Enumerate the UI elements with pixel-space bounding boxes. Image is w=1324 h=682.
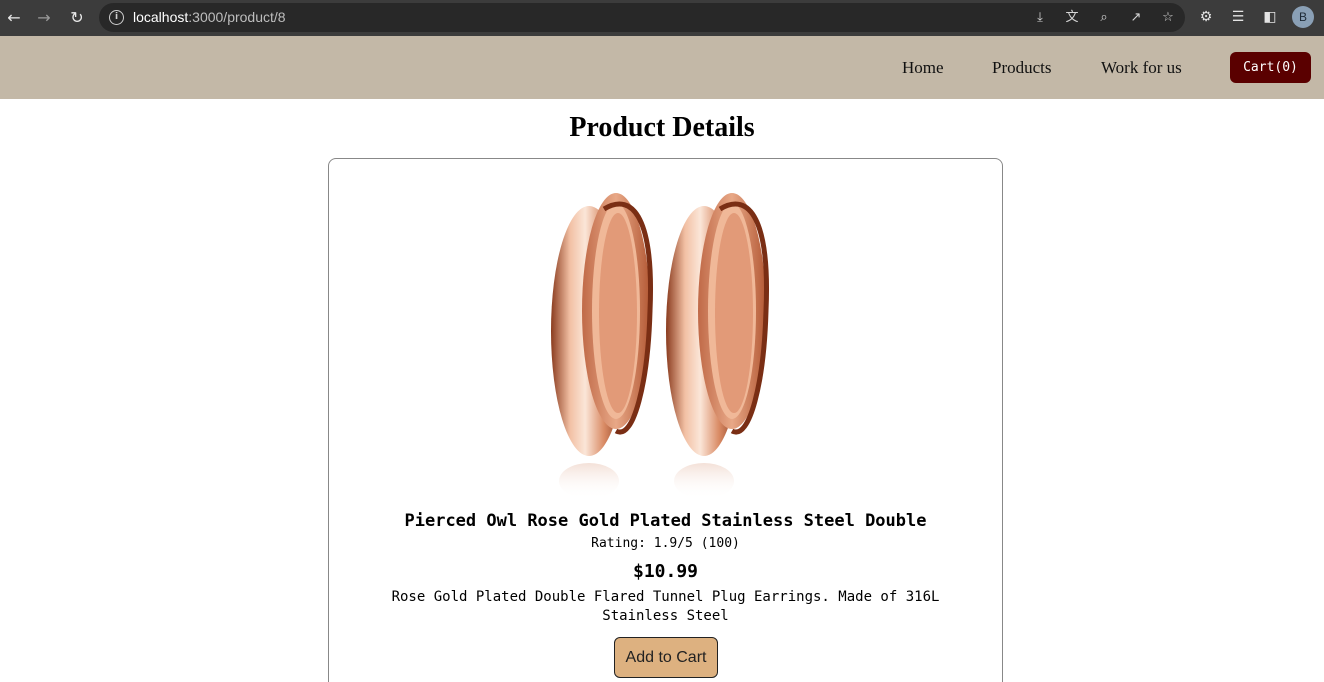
back-arrow-icon[interactable]: ← [3, 6, 25, 28]
nav-home-link[interactable]: Home [902, 58, 944, 78]
site-header: Home Products Work for us Cart(0) [0, 36, 1324, 99]
site-info-icon[interactable]: i [109, 10, 124, 25]
extensions-puzzle-icon[interactable]: ⚙ [1197, 7, 1215, 27]
product-image [551, 193, 770, 499]
page-title: Product Details [569, 112, 755, 143]
side-panel-icon[interactable]: ◧ [1261, 7, 1279, 27]
right-earring [666, 193, 770, 499]
browser-toolbar: ← → ↻ i localhost:3000/product/8 ⤓ 文 ⌕ ↗… [0, 0, 1324, 36]
install-app-icon[interactable]: ⤓ [1031, 9, 1049, 27]
reading-list-icon[interactable]: ☰ [1229, 7, 1247, 27]
profile-avatar[interactable]: B [1292, 6, 1314, 28]
reload-icon[interactable]: ↻ [66, 6, 88, 28]
product-description: Rose Gold Plated Double Flared Tunnel Pl… [391, 589, 940, 624]
forward-arrow-icon[interactable]: → [33, 6, 55, 28]
url-host: localhost [133, 9, 189, 25]
nav-work-for-us-link[interactable]: Work for us [1101, 58, 1182, 78]
nav-products-link[interactable]: Products [992, 58, 1052, 78]
product-card: Pierced Owl Rose Gold Plated Stainless S… [328, 158, 1003, 682]
bookmark-star-icon[interactable]: ☆ [1159, 9, 1177, 27]
share-icon[interactable]: ↗ [1127, 9, 1145, 27]
translate-icon[interactable]: 文 [1063, 9, 1081, 27]
add-to-cart-button[interactable]: Add to Cart [614, 637, 718, 678]
product-name: Pierced Owl Rose Gold Plated Stainless S… [404, 511, 927, 531]
product-rating: Rating: 1.9/5 (100) [591, 536, 740, 551]
zoom-icon[interactable]: ⌕ [1095, 9, 1113, 27]
cart-button[interactable]: Cart(0) [1230, 52, 1311, 83]
url-text[interactable]: localhost:3000/product/8 [133, 9, 286, 25]
url-path: :3000/product/8 [188, 9, 286, 25]
left-earring [551, 193, 654, 499]
product-price: $10.99 [632, 561, 699, 582]
address-bar[interactable]: i localhost:3000/product/8 ⤓ 文 ⌕ ↗ ☆ [99, 3, 1185, 32]
